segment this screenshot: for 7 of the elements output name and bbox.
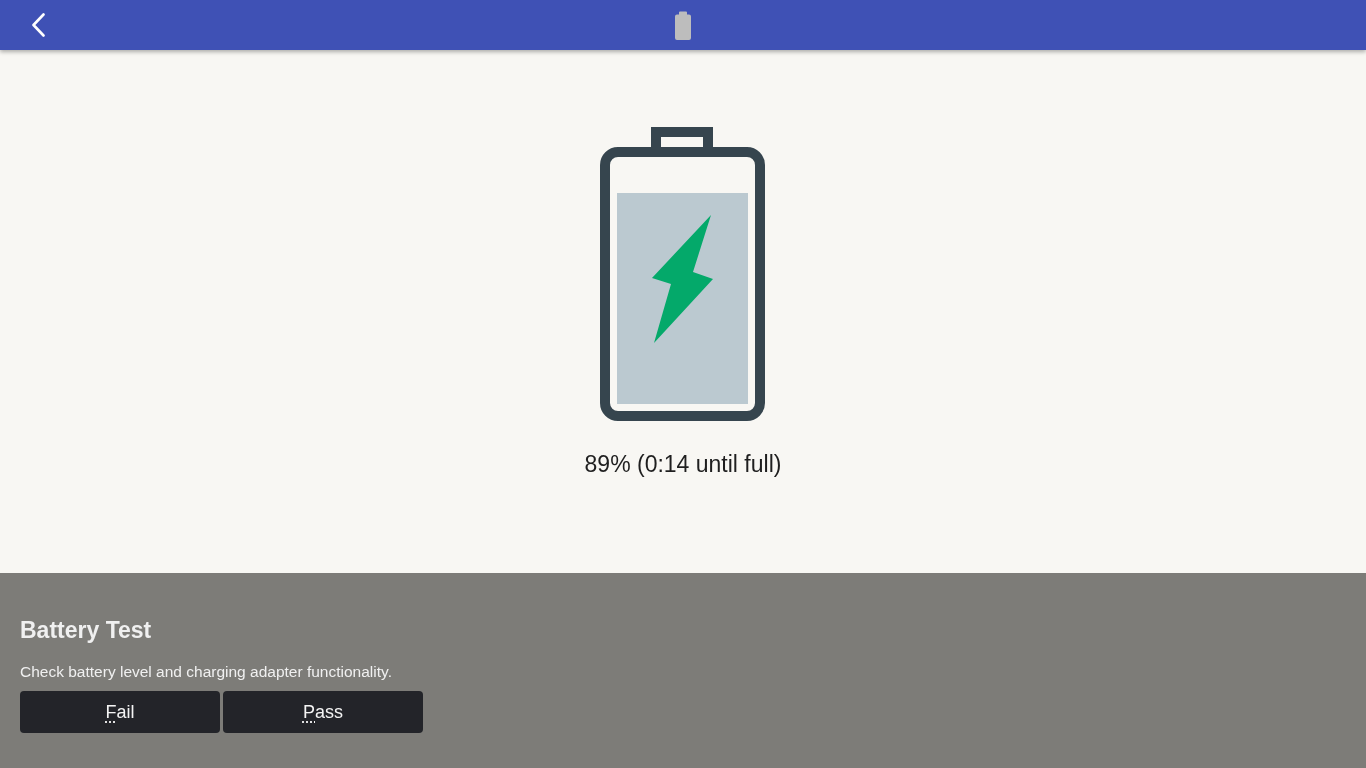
battery-icon: [675, 10, 691, 40]
test-title: Battery Test: [20, 616, 152, 645]
result-button[interactable]: Fail: [20, 691, 220, 733]
chevron-left-icon: [31, 13, 45, 37]
battery-reading: 89% (0:14 until full): [584, 450, 782, 479]
test-description: Check battery level and charging adapter functionality.: [20, 662, 392, 682]
result-button[interactable]: Pass: [223, 691, 423, 733]
